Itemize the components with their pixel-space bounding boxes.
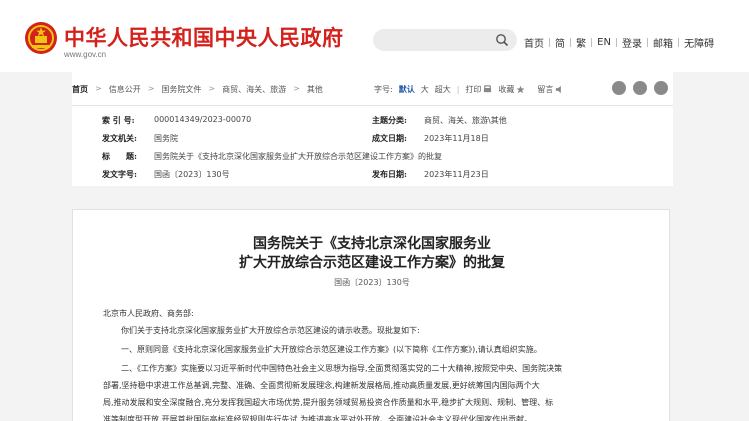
star-icon[interactable] <box>516 85 525 94</box>
site-title[interactable]: 中华人民共和国中央人民政府 <box>64 22 344 52</box>
document-addressee: 北京市人民政府、商务部: <box>103 309 194 318</box>
print-icon[interactable] <box>483 85 492 94</box>
font-size-extra-large[interactable]: 超大 <box>435 84 451 95</box>
document-metadata: 索 引 号: 000014349/2023-00070 主题分类: 商贸、海关、… <box>72 106 673 186</box>
nav-divider: | <box>677 37 681 48</box>
nav-divider: | <box>614 37 618 48</box>
qzone-share-icon[interactable] <box>654 81 668 95</box>
breadcrumb-separator: > <box>95 84 102 93</box>
written-date-label: 成文日期: <box>372 133 407 143</box>
published-date-value: 2023年11月23日 <box>424 170 489 179</box>
weibo-share-icon[interactable] <box>612 81 626 95</box>
search-input[interactable] <box>373 29 517 51</box>
breadcrumb-home[interactable]: 首页 <box>72 84 88 95</box>
search-icon[interactable] <box>495 33 509 47</box>
speaker-icon[interactable] <box>555 85 564 94</box>
document-number-label: 发文字号: <box>102 169 137 179</box>
font-size-label: 字号: <box>374 85 393 94</box>
share-buttons <box>612 81 675 95</box>
nav-login[interactable]: 登录 <box>622 35 642 50</box>
document-paragraph-line: 局,推动发展和安全深度融合,充分发挥我国超大市场优势,提升服务领域贸易投资合作质… <box>103 398 554 407</box>
wechat-share-icon[interactable] <box>633 81 647 95</box>
nav-divider: | <box>646 37 650 48</box>
category-label: 主题分类: <box>372 115 407 125</box>
nav-accessibility[interactable]: 无障碍 <box>684 35 714 50</box>
font-size-default[interactable]: 默认 <box>399 84 415 95</box>
title-value: 国务院关于《支持北京深化国家服务业扩大开放综合示范区建设工作方案》的批复 <box>154 152 442 161</box>
favorite-button[interactable]: 收藏 <box>498 84 514 95</box>
document-paragraph-line: 二、《工作方案》实施要以习近平新时代中国特色社会主义思想为指导,全面贯彻落实党的… <box>121 364 563 373</box>
issuer-label: 发文机关: <box>102 133 137 143</box>
breadcrumb-state-council-docs[interactable]: 国务院文件 <box>161 84 201 95</box>
document-paragraph-line: 准等制度型开放,开展首批国际高标准经贸规则先行先试,为推进高水平对外开放、全面建… <box>103 415 533 421</box>
issuer-value: 国务院 <box>154 134 178 143</box>
nav-simplified[interactable]: 简 <box>555 35 565 50</box>
nav-english[interactable]: EN <box>597 37 611 48</box>
nav-divider: | <box>569 37 573 48</box>
document-paragraph: 你们关于支持北京深化国家服务业扩大开放综合示范区建设的请示收悉。现批复如下: <box>121 326 420 335</box>
breadcrumb-separator: > <box>293 84 300 93</box>
index-number-value: 000014349/2023-00070 <box>154 115 252 124</box>
breadcrumb-toolbar: 首页 > 信息公开 > 国务院文件 > 商贸、海关、旅游 > 其他 字号: 默认… <box>72 72 673 106</box>
category-value: 商贸、海关、旅游\其他 <box>424 116 507 125</box>
site-header: 中华人民共和国中央人民政府 www.gov.cn 首页 | 简 | 繁 | EN… <box>0 0 749 72</box>
document-paragraph-line: 部署,坚持稳中求进工作总基调,完整、准确、全面贯彻新发展理念,构建新发展格局,推… <box>103 381 540 390</box>
title-label: 标 题: <box>102 151 137 161</box>
nav-mail[interactable]: 邮箱 <box>653 35 673 50</box>
national-emblem-icon[interactable] <box>24 21 58 55</box>
top-nav: 首页 | 简 | 繁 | EN | 登录 | 邮箱 | 无障碍 <box>524 35 714 50</box>
document-number: 国函〔2023〕130号 <box>334 278 410 287</box>
breadcrumb-separator: > <box>147 84 155 93</box>
message-button[interactable]: 留言 <box>537 84 553 95</box>
nav-traditional[interactable]: 繁 <box>576 35 586 50</box>
breadcrumb-separator: > <box>208 84 216 93</box>
document-body: 国务院关于《支持北京深化国家服务业 扩大开放综合示范区建设工作方案》的批复 国函… <box>72 209 670 421</box>
nav-divider: | <box>590 37 594 48</box>
breadcrumb-info-disclosure[interactable]: 信息公开 <box>109 84 141 95</box>
breadcrumb-other[interactable]: 其他 <box>307 84 323 95</box>
font-size-large[interactable]: 大 <box>421 84 429 95</box>
nav-divider: | <box>548 37 552 48</box>
index-number-label: 索 引 号: <box>102 115 135 125</box>
written-date-value: 2023年11月18日 <box>424 134 489 143</box>
nav-home[interactable]: 首页 <box>524 35 544 50</box>
document-title-line-2: 扩大开放综合示范区建设工作方案》的批复 <box>239 255 505 271</box>
print-button[interactable]: 打印 <box>465 84 481 95</box>
article-tools: 字号: 默认 大 超大 | 打印 收藏 留言 <box>374 84 564 95</box>
document-paragraph: 一、原则同意《支持北京深化国家服务业扩大开放综合示范区建设工作方案》(以下简称《… <box>121 345 542 354</box>
breadcrumb: 首页 > 信息公开 > 国务院文件 > 商贸、海关、旅游 > 其他 <box>72 84 323 95</box>
toolbar-divider: | <box>456 85 460 94</box>
breadcrumb-trade-customs-tourism[interactable]: 商贸、海关、旅游 <box>222 84 286 95</box>
published-date-label: 发布日期: <box>372 169 407 179</box>
document-number-value: 国函〔2023〕130号 <box>154 170 230 179</box>
document-title-line-1: 国务院关于《支持北京深化国家服务业 <box>253 236 491 252</box>
site-url: www.gov.cn <box>64 50 107 59</box>
